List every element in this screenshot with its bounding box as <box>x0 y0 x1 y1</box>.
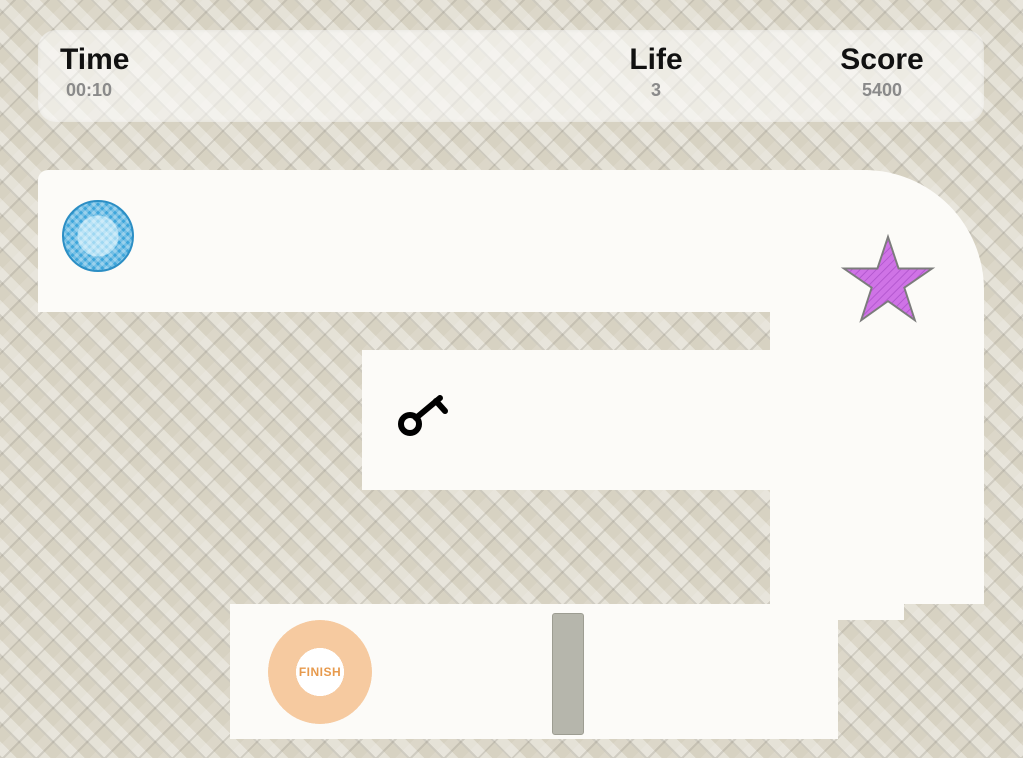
hud-time-value: 00:10 <box>60 80 200 101</box>
hud-life-value: 3 <box>586 80 726 101</box>
hud-life: Life 3 <box>586 44 726 101</box>
obstacle-block <box>552 613 584 735</box>
game-stage[interactable]: Time 00:10 Life 3 Score 5400 FINISH <box>0 0 1023 758</box>
hud-life-label: Life <box>586 44 726 76</box>
player-ball[interactable] <box>62 200 134 272</box>
hud-score-label: Score <box>802 44 962 76</box>
maze-corridor <box>38 170 868 312</box>
hud-score-value: 5400 <box>802 80 962 101</box>
hud-time: Time 00:10 <box>60 44 200 101</box>
key-icon[interactable] <box>396 392 456 440</box>
finish-ring[interactable]: FINISH <box>268 620 372 724</box>
finish-label: FINISH <box>299 665 341 679</box>
hud-bar: Time 00:10 Life 3 Score 5400 <box>38 30 984 122</box>
hud-time-label: Time <box>60 44 200 76</box>
hud-score: Score 5400 <box>802 44 962 101</box>
maze-corridor <box>770 490 904 620</box>
star-icon[interactable] <box>840 232 936 328</box>
